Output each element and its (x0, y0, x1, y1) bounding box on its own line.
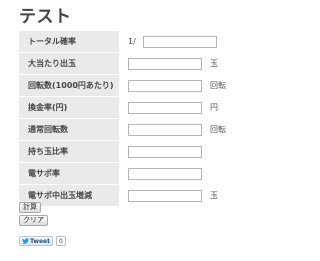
calculate-button[interactable]: 計算 (19, 202, 41, 213)
row-label: 回転数(1000円あたり) (19, 75, 119, 96)
form-row-normal-spins: 通常回転数 回転 (19, 119, 260, 140)
support-rate-input[interactable] (128, 168, 202, 180)
form-row-support-rate: 電サポ率 (19, 163, 260, 184)
unit-label: 玉 (210, 59, 218, 68)
row-cell (120, 163, 260, 184)
row-cell: 1/ (120, 31, 260, 52)
row-cell: 回転 (120, 119, 260, 140)
tweet-label: Tweet (30, 237, 50, 245)
row-label: 電サポ率 (19, 163, 119, 184)
row-cell: 回転 (120, 75, 260, 96)
row-label: 持ち玉比率 (19, 141, 119, 162)
unit-label: 玉 (210, 191, 218, 200)
row-label: トータル確率 (19, 31, 119, 52)
clear-button[interactable]: クリア (19, 215, 48, 226)
normal-spins-input[interactable] (128, 124, 202, 136)
form-row-spins-per-1000: 回転数(1000円あたり) 回転 (19, 75, 260, 96)
tweet-button[interactable]: Tweet (19, 236, 53, 246)
row-label: 大当たり出玉 (19, 53, 119, 74)
tweet-widget: Tweet 0 (19, 236, 66, 246)
spins-per-1000-input[interactable] (128, 80, 202, 92)
form-row-held-ball-ratio: 持ち玉比率 (19, 141, 260, 162)
support-ball-change-input[interactable] (128, 190, 202, 202)
form-row-total-probability: トータル確率 1/ (19, 31, 260, 52)
row-cell: 玉 (120, 53, 260, 74)
form-row-support-ball-change: 電サポ中出玉増減 玉 (19, 185, 260, 206)
form-row-jackpot-payout: 大当たり出玉 玉 (19, 53, 260, 74)
exchange-rate-input[interactable] (128, 102, 202, 114)
row-cell: 円 (120, 97, 260, 118)
total-probability-input[interactable] (143, 36, 217, 48)
unit-label: 回転 (210, 81, 226, 90)
unit-label: 円 (210, 103, 218, 112)
twitter-bird-icon (22, 238, 29, 244)
tweet-count-badge: 0 (55, 236, 66, 246)
form-row-exchange-rate: 換金率(円) 円 (19, 97, 260, 118)
held-ball-ratio-input[interactable] (128, 146, 202, 158)
calculator-form: トータル確率 1/ 大当たり出玉 玉 回転数(1000円あたり) 回転 換金率(… (19, 31, 260, 207)
row-cell: 玉 (120, 185, 260, 206)
unit-label: 回転 (210, 125, 226, 134)
jackpot-payout-input[interactable] (128, 58, 202, 70)
row-label: 通常回転数 (19, 119, 119, 140)
probability-prefix: 1/ (128, 37, 136, 46)
row-label: 換金率(円) (19, 97, 119, 118)
page-title: テスト (19, 7, 72, 27)
row-cell (120, 141, 260, 162)
